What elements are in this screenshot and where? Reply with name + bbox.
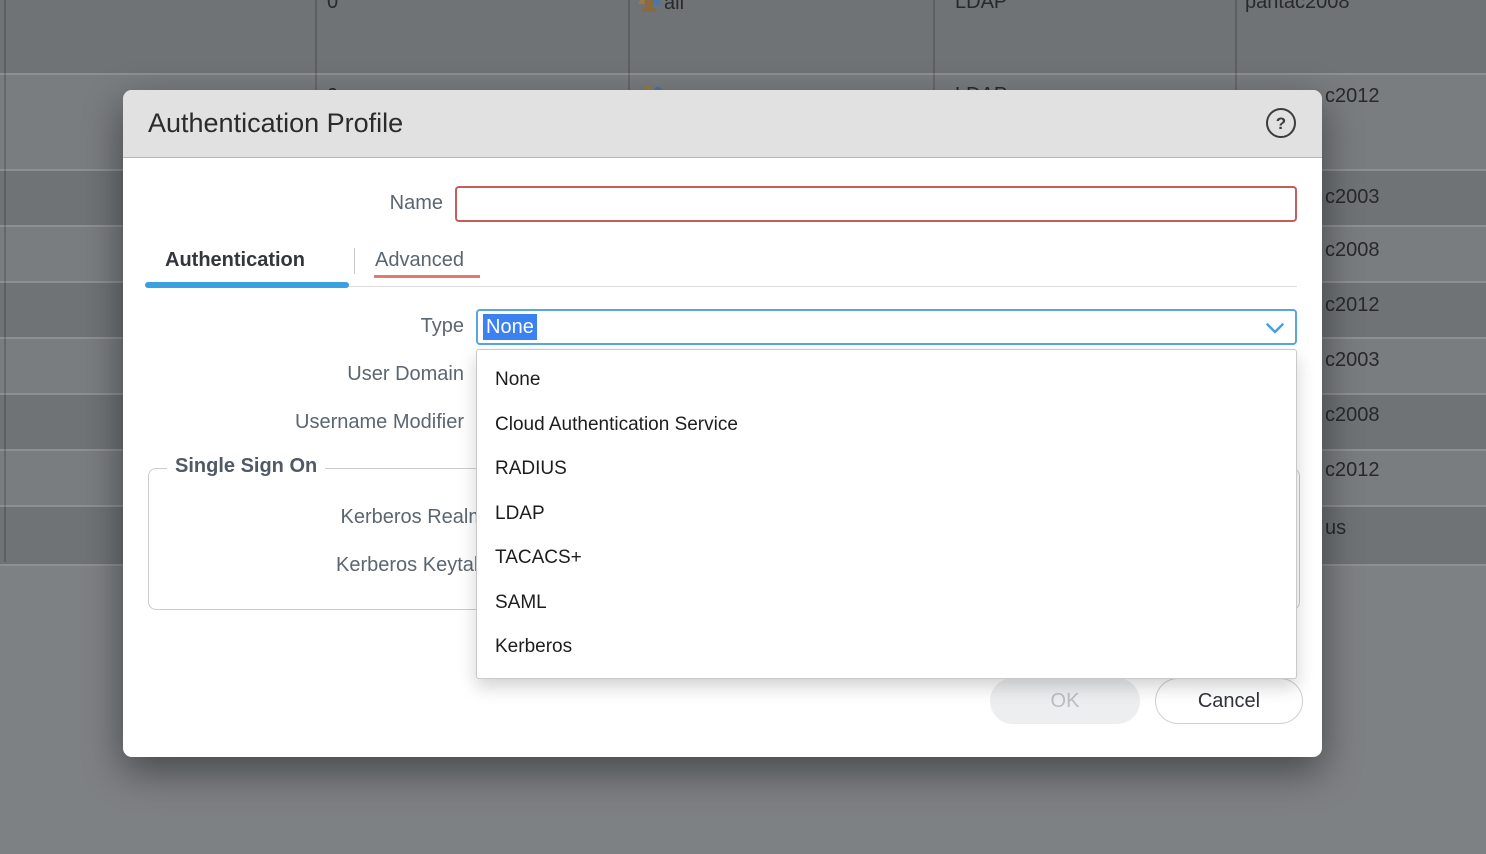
tab-advanced[interactable]: Advanced (375, 248, 464, 272)
user-domain-label: User Domain (264, 362, 464, 386)
ok-button[interactable]: OK (990, 678, 1140, 724)
table-cell-server: c2012 (1325, 458, 1380, 482)
dialog-header: Authentication Profile ? (123, 90, 1322, 158)
active-tab-indicator (145, 282, 349, 288)
help-icon[interactable]: ? (1266, 108, 1296, 138)
dialog-title: Authentication Profile (148, 90, 403, 156)
name-input[interactable] (455, 186, 1297, 222)
chevron-down-icon[interactable] (1266, 323, 1284, 334)
table-cell-server: c2003 (1325, 185, 1380, 209)
single-sign-on-legend: Single Sign On (167, 455, 325, 478)
username-modifier-label: Username Modifier (234, 410, 464, 434)
type-label: Type (364, 314, 464, 338)
dropdown-option[interactable]: None (477, 358, 1296, 403)
users-group-icon (637, 0, 663, 19)
tab-divider (354, 248, 355, 274)
kerberos-realm-label: Kerberos Realm (233, 505, 485, 529)
table-cell-type: LDAP (955, 0, 1007, 14)
table-cell-users: all (664, 0, 684, 15)
table-cell-server: c2012 (1325, 293, 1380, 317)
cancel-button[interactable]: Cancel (1155, 678, 1303, 724)
table-cell-server: pantac2008 (1245, 0, 1350, 14)
table-cell-count: 0 (327, 0, 338, 14)
tab-error-underline (374, 275, 480, 278)
dropdown-option[interactable]: Cloud Authentication Service (477, 403, 1296, 448)
dropdown-option[interactable]: SAML (477, 581, 1296, 626)
dropdown-option[interactable]: Kerberos (477, 625, 1296, 670)
tab-authentication[interactable]: Authentication (165, 248, 305, 272)
table-cell-server: c2003 (1325, 348, 1380, 372)
table-column-divider (4, 0, 6, 562)
type-dropdown-list: None Cloud Authentication Service RADIUS… (476, 349, 1297, 679)
name-label: Name (343, 191, 443, 215)
dropdown-option[interactable]: RADIUS (477, 447, 1296, 492)
table-cell-server: us (1325, 516, 1346, 540)
kerberos-keytab-label: Kerberos Keytab (233, 553, 485, 577)
table-cell-server: c2012 (1325, 84, 1380, 108)
table-cell-server: c2008 (1325, 238, 1380, 262)
authentication-profile-dialog: Authentication Profile ? Name Authentica… (123, 90, 1322, 757)
type-combobox[interactable]: None (476, 309, 1297, 345)
dropdown-option[interactable]: LDAP (477, 492, 1296, 537)
dropdown-option[interactable]: TACACS+ (477, 536, 1296, 581)
table-cell-server: c2008 (1325, 403, 1380, 427)
type-selected-value: None (483, 314, 537, 340)
